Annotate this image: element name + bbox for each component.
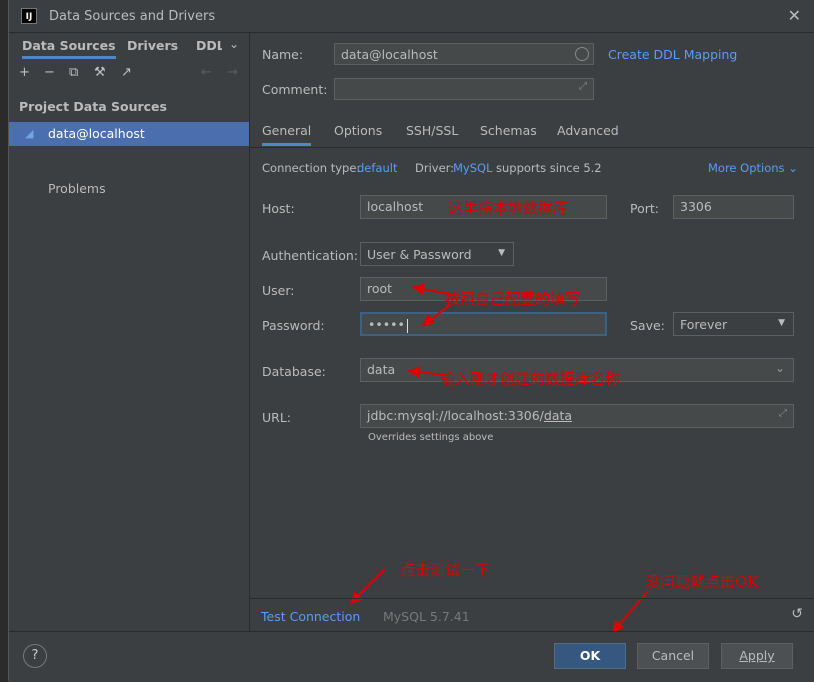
close-icon[interactable]: ✕: [788, 6, 801, 25]
dialog-footer: ? OK Cancel Apply: [9, 631, 814, 682]
revert-icon[interactable]: ↺: [791, 606, 803, 622]
duplicate-icon[interactable]: ⧉: [69, 65, 78, 80]
sidebar: Data Sources Drivers DDL ⌄ + − ⧉ ⚒ ↗ ← →…: [9, 33, 250, 631]
intellij-app-icon: IJ: [21, 8, 37, 24]
sidebar-item-label: data@localhost: [48, 126, 145, 141]
apply-button[interactable]: Apply: [721, 643, 793, 669]
wrench-icon[interactable]: ⚒: [94, 65, 106, 80]
project-data-sources-heading: Project Data Sources: [19, 99, 167, 114]
forward-arrow-icon[interactable]: →: [227, 65, 238, 80]
window-title: Data Sources and Drivers: [49, 9, 216, 24]
ok-button[interactable]: OK: [554, 643, 626, 669]
sidebar-toolbar: + − ⧉ ⚒ ↗ ← →: [9, 65, 249, 87]
password-arrow: [421, 304, 451, 327]
user-arrow: [411, 283, 456, 296]
test-connection-link[interactable]: Test Connection: [261, 609, 360, 624]
database-arrow: [407, 366, 447, 379]
title-bar: IJ Data Sources and Drivers ✕: [9, 0, 814, 33]
server-version: MySQL 5.7.41: [383, 609, 470, 624]
data-sources-dialog: IJ Data Sources and Drivers ✕ Data Sourc…: [8, 0, 814, 682]
connection-bar: Test Connection MySQL 5.7.41 ↺: [250, 598, 814, 632]
problems-item[interactable]: Problems: [48, 181, 106, 196]
cancel-button[interactable]: Cancel: [637, 643, 709, 669]
chevron-down-icon[interactable]: ⌄: [229, 37, 239, 51]
tab-drivers[interactable]: Drivers: [127, 38, 178, 53]
mysql-dolphin-icon: ◢: [25, 127, 34, 140]
help-icon[interactable]: ?: [23, 644, 47, 668]
sidebar-tabs: Data Sources Drivers DDL ⌄: [9, 33, 249, 59]
annotation-arrows: [349, 283, 649, 631]
add-icon[interactable]: +: [19, 65, 30, 80]
tab-ddl[interactable]: DDL: [196, 38, 222, 53]
remove-icon[interactable]: −: [44, 65, 55, 80]
sidebar-item-data-localhost[interactable]: ◢ data@localhost: [9, 122, 249, 146]
jump-to-icon[interactable]: ↗: [121, 65, 132, 80]
back-arrow-icon[interactable]: ←: [201, 65, 212, 80]
tab-data-sources[interactable]: Data Sources: [22, 38, 116, 59]
datasource-form: Name: data@localhost Create DDL Mapping …: [250, 33, 814, 631]
